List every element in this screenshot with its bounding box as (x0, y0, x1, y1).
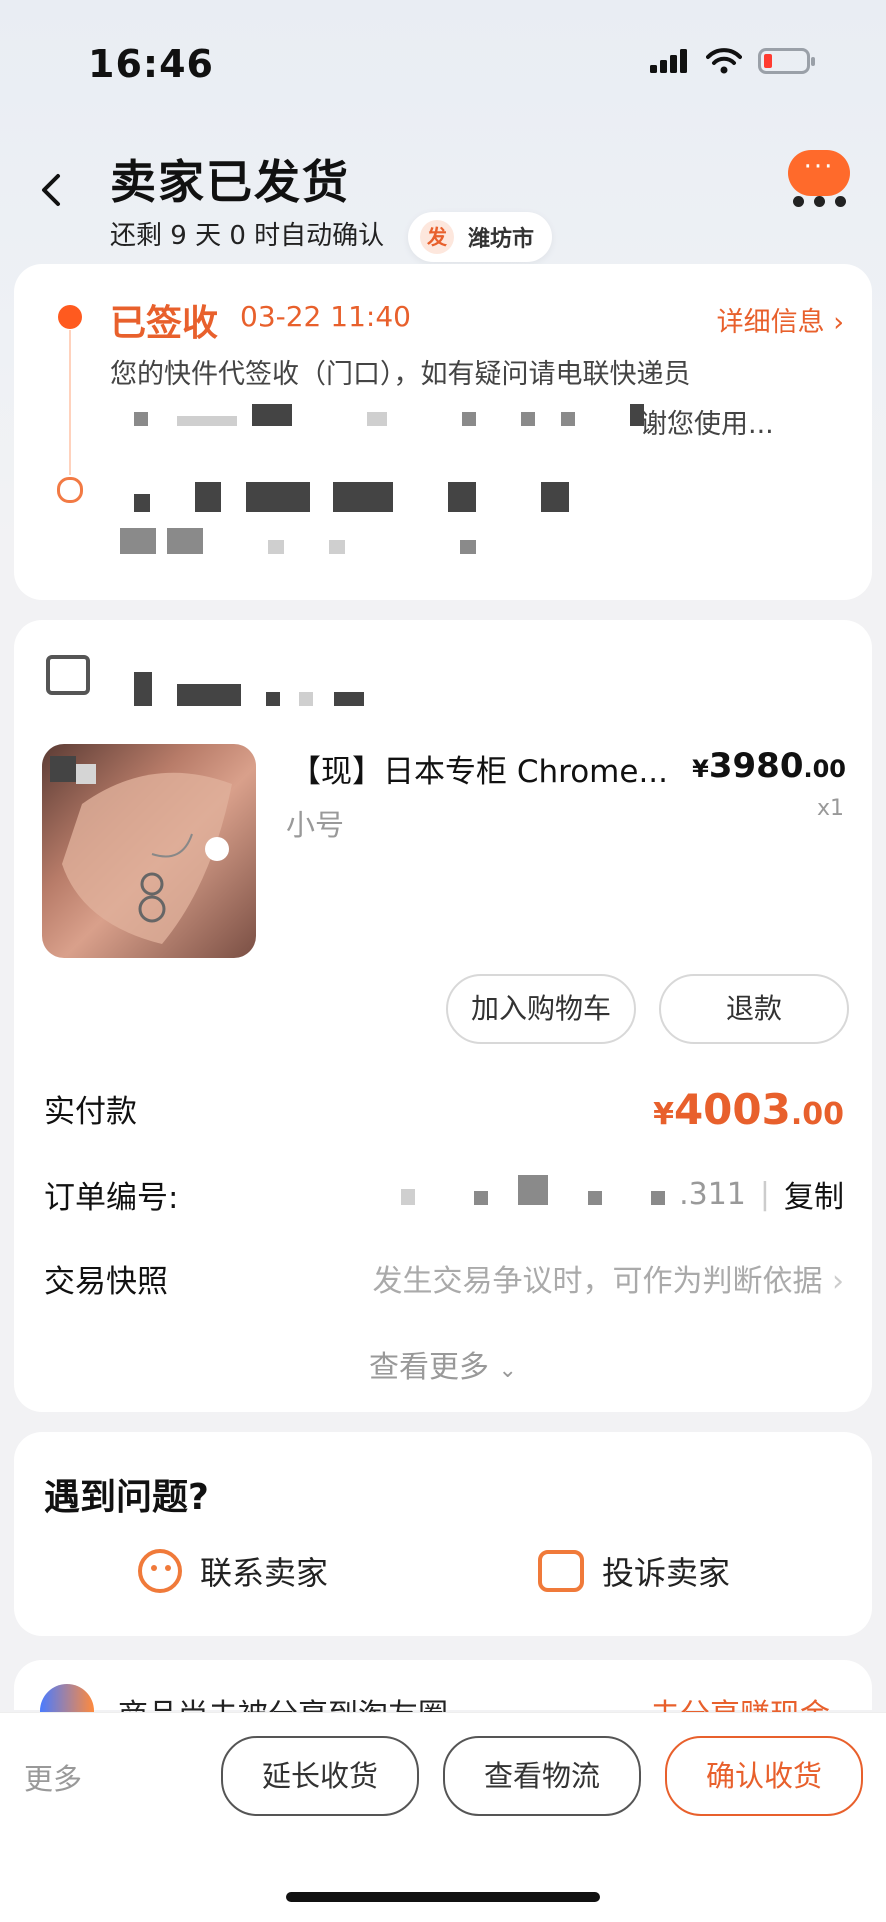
order-number-label: 订单编号: (44, 1180, 179, 1216)
ship-from-label: 发 (420, 220, 454, 254)
shop-name-redacted[interactable] (134, 672, 365, 710)
signal-icon (650, 49, 687, 73)
price-dec: .00 (803, 755, 846, 783)
chevron-down-icon: ⌄ (498, 1358, 517, 1383)
view-more-button[interactable]: 查看更多 ⌄ (0, 1342, 886, 1386)
price-int: 3980 (708, 746, 804, 786)
contact-seller-button[interactable]: 联系卖家 (138, 1548, 328, 1594)
logistics-detail-link[interactable]: 详细信息 › (717, 300, 844, 339)
redacted-mosaic (134, 482, 570, 516)
order-number-redacted (400, 1175, 666, 1213)
copy-button[interactable]: 复制 (784, 1172, 844, 1216)
logistics-description-tail: 谢您使用... (640, 409, 774, 440)
complaint-icon (538, 1550, 584, 1592)
order-number-tail: .311 (679, 1176, 746, 1212)
view-more-label: 查看更多 (369, 1350, 489, 1385)
paid-dec: .00 (790, 1097, 844, 1132)
logistics-description: 您的快件代签收（门口），如有疑问请电联快递员 (110, 359, 691, 390)
ship-from-badge: 发 潍坊市 (408, 212, 553, 262)
paid-label: 实付款 (44, 1094, 137, 1130)
complain-seller-label: 投诉卖家 (602, 1554, 731, 1592)
store-icon (46, 655, 90, 695)
redacted-mosaic (134, 404, 644, 430)
view-logistics-button[interactable]: 查看物流 (443, 1736, 641, 1816)
status-icons (650, 48, 815, 74)
back-button[interactable] (36, 170, 76, 220)
price-symbol: ¥ (692, 755, 709, 783)
divider: | (759, 1176, 770, 1212)
more-button[interactable]: 更多 (24, 1756, 82, 1798)
home-indicator (286, 1892, 600, 1902)
chat-button[interactable]: ··· (788, 150, 850, 196)
detail-link-label: 详细信息 (716, 307, 825, 338)
chat-dots-icon (793, 196, 846, 207)
chevron-right-icon: › (832, 1264, 844, 1299)
chevron-left-icon (42, 174, 60, 206)
problems-title: 遇到问题? (44, 1477, 209, 1518)
smile-icon (138, 1549, 182, 1593)
extend-receipt-button[interactable]: 延长收货 (221, 1736, 419, 1816)
chevron-right-icon: › (833, 307, 844, 338)
product-photo (50, 756, 232, 944)
logistics-time: 03-22 11:40 (240, 300, 411, 333)
paid-int: 4003 (673, 1085, 791, 1134)
battery-icon (758, 48, 815, 74)
product-qty: x1 (816, 796, 844, 821)
product-name[interactable]: 【现】日本专柜 Chrome... (290, 746, 685, 791)
status-time: 16:46 (88, 42, 214, 86)
product-price: ¥3980.00 (692, 746, 846, 786)
problems-card (14, 1432, 872, 1636)
refund-button[interactable]: 退款 (659, 974, 849, 1044)
timeline-dot-active (58, 305, 82, 329)
ship-from-city: 潍坊市 (468, 227, 535, 252)
logistics-status: 已签收 (110, 303, 219, 344)
complain-seller-button[interactable]: 投诉卖家 (538, 1548, 730, 1594)
paid-amount: ¥4003.00 (653, 1085, 844, 1134)
contact-seller-label: 联系卖家 (200, 1554, 329, 1592)
timeline-dot (57, 477, 83, 503)
page-title: 卖家已发货 (110, 155, 350, 209)
redacted-mosaic (120, 528, 477, 558)
auto-confirm-countdown: 还剩 9 天 0 时自动确认 (110, 221, 385, 251)
timeline-line (69, 330, 71, 475)
wifi-icon (706, 48, 742, 74)
add-to-cart-button[interactable]: 加入购物车 (446, 974, 636, 1044)
paid-symbol: ¥ (653, 1097, 674, 1132)
snapshot-label: 交易快照 (44, 1264, 168, 1300)
product-image[interactable] (42, 744, 256, 958)
product-spec: 小号 (286, 808, 345, 842)
snapshot-link[interactable]: 发生交易争议时，可作为判断依据 › (372, 1256, 844, 1300)
snapshot-hint: 发生交易争议时，可作为判断依据 (372, 1264, 823, 1299)
order-number-row: .311 | 复制 (400, 1172, 844, 1216)
confirm-receipt-button[interactable]: 确认收货 (665, 1736, 863, 1816)
